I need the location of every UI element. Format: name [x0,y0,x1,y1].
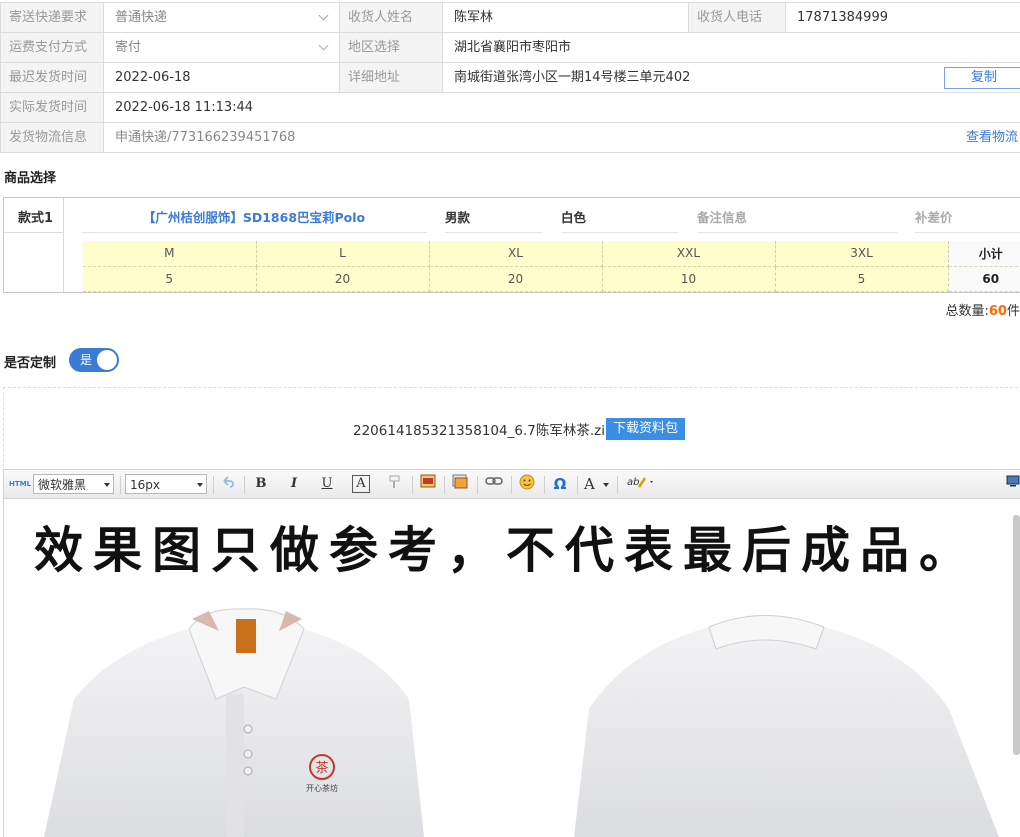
latest-ship-field[interactable]: 2022-06-18 [104,63,339,92]
actual-ship-value: 2022-06-18 11:13:44 [115,100,254,115]
toggle-knob [97,350,117,370]
logo-text: 开心茶坊 [306,783,338,793]
product-card: 款式1 【广州桔创服饰】SD1868巴宝莉Polo 男款 白色 备注信息 补差价… [3,197,1020,293]
file-box: 220614185321358104_6.7陈军林茶.zip 下载资料包 [3,387,1020,467]
info-row-1: 寄送快递要求 普通快递 收货人姓名 陈军林 收货人电话 17871384999 [0,3,1020,33]
link-icon[interactable] [483,474,505,494]
logistics-label: 发货物流信息 [0,123,104,152]
toggle-text: 是 [80,353,93,367]
logistics-value: 申通快递/773166239451768 [115,130,296,145]
size-qty-input[interactable]: 20 [429,266,603,292]
latest-ship-label: 最迟发货时间 [0,63,104,92]
undo-icon[interactable] [217,474,239,494]
size-qty-input[interactable]: 5 [83,266,257,292]
address-field[interactable]: 南城街道张湾小区一期14号楼三单元402 [443,63,893,92]
format-brush-icon[interactable] [385,474,405,494]
font-family-value: 微软雅黑 [38,478,87,492]
font-size-select[interactable]: 16px [125,474,207,494]
fullscreen-icon[interactable] [1005,474,1020,494]
chevron-down-icon [318,10,329,21]
total-value: 60 [988,304,1007,319]
product-color[interactable]: 白色 [561,207,679,233]
chevron-down-icon [318,40,329,51]
subtotal-label: 小计 [948,241,1020,267]
font-color-label: A [584,475,595,493]
region-label: 地区选择 [339,33,443,62]
size-qty-input[interactable]: 5 [775,266,949,292]
price-diff-input[interactable]: 补差价 [915,207,1020,233]
multi-image-icon[interactable] [450,474,470,494]
info-row-5: 发货物流信息 申通快递/773166239451768 查看物流 [0,123,1020,153]
font-color-button[interactable]: A [584,474,612,494]
customize-toggle[interactable]: 是 [69,348,119,372]
font-size-value: 16px [130,478,160,492]
address-label: 详细地址 [339,63,443,92]
receiver-name-field[interactable]: 陈军林 [443,3,688,32]
back-shirt [574,615,999,837]
express-label: 寄送快递要求 [0,3,104,32]
express-value: 普通快递 [115,10,168,25]
size-label: L [256,241,430,267]
product-section-title: 商品选择 [4,171,57,186]
view-logistics-link[interactable]: 查看物流 [966,123,1018,152]
logo-mark: 茶 [315,760,328,776]
subtotal-value: 60 [948,266,1020,292]
polo-shirt-image: 茶 开心茶坊 [44,608,999,837]
size-header-row: M L XL XXL 3XL 小计 [83,241,1020,267]
editor-toolbar: HTML 微软雅黑 16px B I U A Ω A ab [3,469,1020,499]
size-label: XL [429,241,603,267]
editor-scrollbar[interactable] [1013,515,1020,755]
size-label: M [83,241,257,267]
product-gender[interactable]: 男款 [445,207,543,233]
size-label: 3XL [775,241,949,267]
info-row-4: 实际发货时间 2022-06-18 11:13:44 [0,93,1020,123]
font-family-select[interactable]: 微软雅黑 [33,474,114,494]
freight-label: 运费支付方式 [0,33,104,62]
text-box-button[interactable]: A [352,475,370,493]
freight-value: 寄付 [115,40,142,55]
front-shirt: 茶 开心茶坊 [44,608,424,837]
image-icon[interactable] [418,474,438,494]
product-name[interactable]: 【广州桔创服饰】SD1868巴宝莉Polo [81,207,427,233]
copy-button[interactable]: 复制 [944,67,1020,89]
highlight-pen-icon[interactable]: ab [625,474,657,494]
remark-input[interactable]: 备注信息 [697,207,897,233]
size-qty-input[interactable]: 10 [602,266,776,292]
customize-label: 是否定制 [4,356,57,371]
editor-content[interactable]: 效果图只做参考，不代表最后成品。 茶 开心茶坊 [3,499,1020,837]
freight-select[interactable]: 寄付 [104,33,339,62]
svg-text:ab: ab [627,477,639,488]
receiver-phone-label: 收货人电话 [688,3,786,32]
style-cell: 款式1 [4,198,64,292]
order-info-table: 寄送快递要求 普通快递 收货人姓名 陈军林 收货人电话 17871384999 … [0,2,1020,153]
size-quantity-table: M L XL XXL 3XL 小计 5 20 20 10 5 60 [83,241,1020,292]
size-qty-row: 5 20 20 10 5 60 [83,266,1020,292]
style-label: 款式1 [18,211,54,226]
italic-button[interactable]: I [284,474,304,494]
info-row-3: 最迟发货时间 2022-06-18 详细地址 南城街道张湾小区一期14号楼三单元… [0,63,1020,93]
file-name: 220614185321358104_6.7陈军林茶.zip [353,423,614,439]
bold-button[interactable]: B [251,474,271,494]
total-unit: 件 [1006,304,1020,319]
chevron-down-icon [602,483,609,487]
receiver-name-label: 收货人姓名 [339,3,443,32]
special-char-button[interactable]: Ω [550,474,570,494]
receiver-phone-field[interactable]: 17871384999 [786,3,1020,32]
underline-button[interactable]: U [317,474,337,494]
size-qty-input[interactable]: 20 [256,266,430,292]
html-source-button[interactable]: HTML [9,474,31,494]
info-row-2: 运费支付方式 寄付 地区选择 湖北省襄阳市枣阳市 [0,33,1020,63]
size-label: XXL [602,241,776,267]
express-select[interactable]: 普通快递 [104,3,339,32]
total-quantity: 总数量:60件 [946,300,1020,319]
download-package-button[interactable]: 下载资料包 [606,418,686,440]
emoji-icon[interactable] [517,474,537,494]
total-label: 总数量: [945,304,989,319]
region-select[interactable]: 湖北省襄阳市枣阳市 [443,33,943,62]
actual-ship-label: 实际发货时间 [0,93,104,122]
